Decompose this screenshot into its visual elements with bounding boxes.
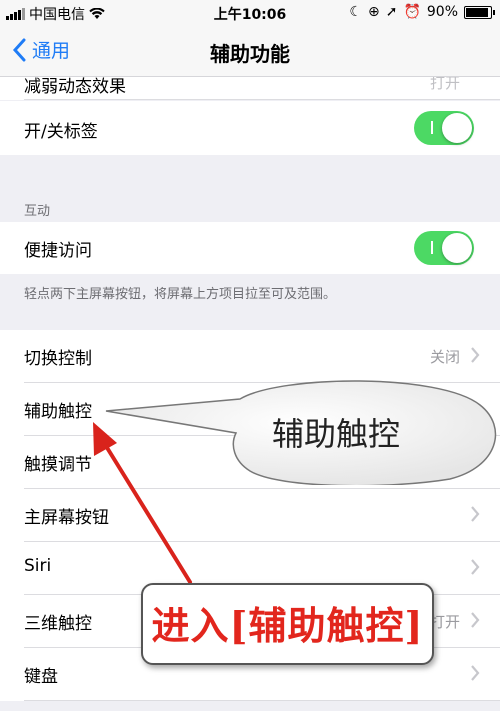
- rotation-lock-icon: ⊕: [367, 4, 380, 20]
- moon-icon: ☾: [349, 4, 362, 20]
- status-bar: 中国电信 上午10:06 ☾ ⊕ ➚ ⏰ 90%: [0, 0, 500, 26]
- section-footnote: 轻点两下主屏幕按钮，将屏幕上方项目拉至可及范围。: [24, 287, 337, 302]
- list-item-home-button[interactable]: 主屏幕按钮: [0, 489, 500, 542]
- chevron-right-icon: [471, 612, 480, 628]
- bubble-text: 辅助触控: [271, 415, 400, 453]
- status-right: ☾ ⊕ ➚ ⏰ 90%: [349, 4, 495, 20]
- chevron-right-icon: [471, 506, 480, 522]
- callout-box: 进入[辅助触控]: [141, 583, 434, 665]
- section-header-interaction: 互动: [24, 204, 51, 219]
- list-item-label: 便捷访问: [24, 241, 92, 261]
- toggle-switch[interactable]: [414, 231, 474, 265]
- chevron-right-icon: [471, 665, 480, 681]
- list-item-label: 开/关标签: [24, 122, 98, 142]
- list-item-value: 打开: [429, 613, 460, 631]
- list-item-label: 主屏幕按钮: [24, 508, 109, 528]
- list-item-accessibility-shortcut: 便捷访问: [0, 222, 500, 274]
- chevron-right-icon: [471, 347, 480, 363]
- alarm-icon: ⏰: [403, 4, 421, 20]
- navigation-bar: 通用 辅助功能: [0, 26, 500, 77]
- list-item-label: 辅助触控: [24, 402, 92, 422]
- speech-bubble: 辅助触控: [90, 375, 500, 485]
- list-item-label: 切换控制: [24, 349, 92, 369]
- callout-text: 进入[辅助触控]: [151, 603, 424, 648]
- list-item-value: 关闭: [429, 348, 460, 366]
- toggle-switch[interactable]: [414, 111, 474, 145]
- list-item-label: Siri: [24, 556, 52, 576]
- page-title: 辅助功能: [210, 42, 290, 66]
- chevron-right-icon: [471, 559, 480, 575]
- list-item-on-off-labels: 开/关标签: [0, 101, 500, 155]
- location-icon: ➚: [385, 4, 398, 20]
- list-item-label: 触摸调节: [24, 455, 92, 475]
- list-item-label: 键盘: [24, 667, 58, 687]
- battery-percent: 90%: [426, 4, 458, 20]
- battery-icon: [464, 5, 495, 19]
- list-item-label: 三维触控: [24, 614, 92, 634]
